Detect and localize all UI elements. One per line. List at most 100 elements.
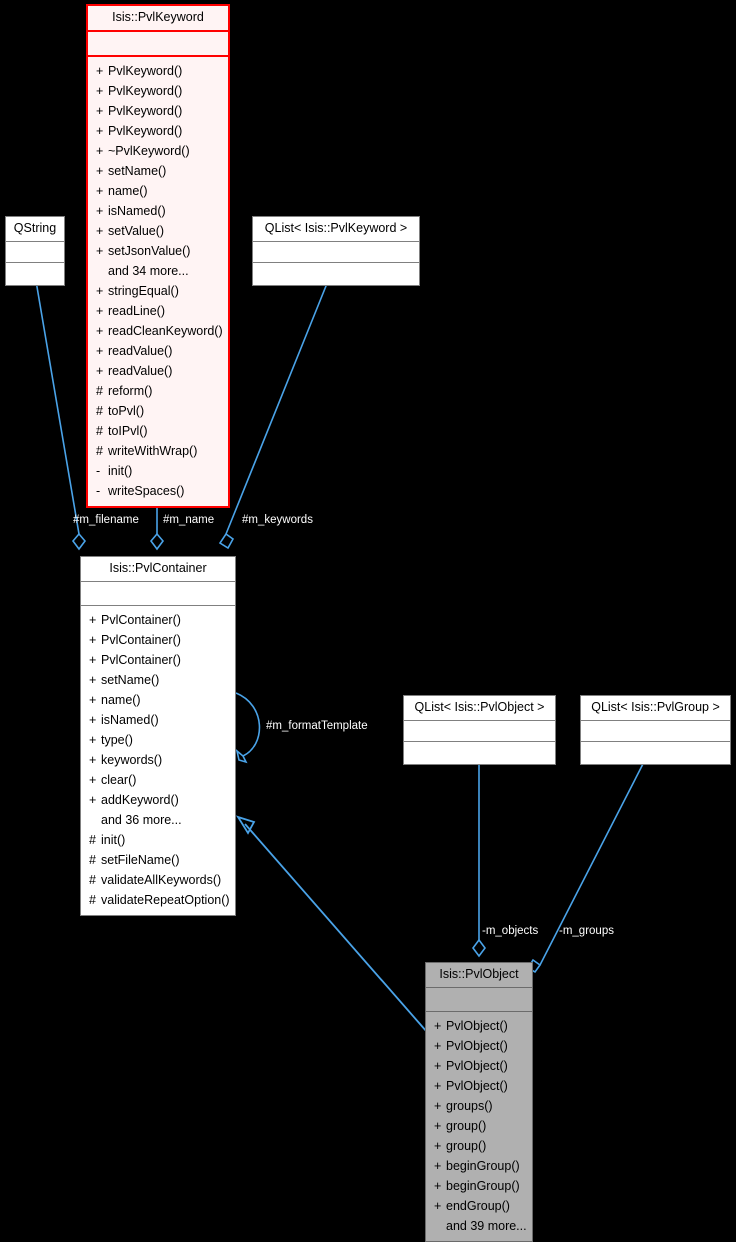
class-node-qlist-isis-pvlkeyword[interactable]: QList< Isis::PvlKeyword > xyxy=(252,216,420,286)
class-method-row: # toPvl() xyxy=(88,401,228,421)
class-node-qlist-isis-pvlobject[interactable]: QList< Isis::PvlObject > xyxy=(403,695,556,765)
method-visibility: - xyxy=(96,463,101,478)
method-name: groups() xyxy=(446,1098,493,1113)
method-visibility: + xyxy=(96,123,104,138)
method-name: isNamed() xyxy=(108,203,166,218)
method-name: PvlKeyword() xyxy=(108,103,183,118)
method-visibility: # xyxy=(89,892,96,907)
class-node-qstring[interactable]: QString xyxy=(5,216,65,286)
method-name: readValue() xyxy=(108,343,173,358)
method-name: writeSpaces() xyxy=(108,483,185,498)
method-visibility: + xyxy=(96,143,104,158)
method-name: name() xyxy=(101,692,141,707)
method-visibility: + xyxy=(96,223,104,238)
method-visibility: + xyxy=(434,1138,442,1153)
method-visibility: + xyxy=(89,612,97,627)
class-method-row: + PvlKeyword() xyxy=(88,101,228,121)
method-visibility: + xyxy=(89,752,97,767)
method-visibility: # xyxy=(96,383,103,398)
method-visibility: + xyxy=(96,163,104,178)
class-attributes xyxy=(426,988,532,1012)
class-methods: + PvlKeyword() + PvlKeyword() + PvlKeyword() +… xyxy=(88,57,228,506)
class-method-row: # reform() xyxy=(88,381,228,401)
class-method-row: + PvlObject() xyxy=(426,1016,532,1036)
class-method-row: and 34 more... xyxy=(88,261,228,281)
method-name: and 34 more... xyxy=(108,263,189,278)
method-visibility: + xyxy=(89,732,97,747)
method-name: PvlObject() xyxy=(446,1018,508,1033)
class-title: QString xyxy=(6,217,64,242)
method-name: PvlContainer() xyxy=(101,652,181,667)
class-method-row: + isNamed() xyxy=(88,201,228,221)
method-name: type() xyxy=(101,732,133,747)
class-method-row: + PvlObject() xyxy=(426,1056,532,1076)
class-method-row: + PvlContainer() xyxy=(81,650,235,670)
class-attributes xyxy=(581,721,730,742)
method-name: reform() xyxy=(108,383,153,398)
edge-qlist-groups xyxy=(526,759,646,974)
edge-label-m-filename: #m_filename xyxy=(73,514,139,526)
method-name: init() xyxy=(108,463,133,478)
method-visibility: + xyxy=(434,1118,442,1133)
edge-label-m-format-template: #m_formatTemplate xyxy=(266,720,368,732)
method-name: PvlKeyword() xyxy=(108,123,183,138)
method-visibility: + xyxy=(96,283,104,298)
class-title: Isis::PvlContainer xyxy=(81,557,235,582)
class-method-row: + beginGroup() xyxy=(426,1156,532,1176)
class-node-isis-pvlobject[interactable]: Isis::PvlObject + PvlObject() + PvlObject()… xyxy=(425,962,533,1242)
method-name: toIPvl() xyxy=(108,423,148,438)
method-name: readValue() xyxy=(108,363,173,378)
method-name: setJsonValue() xyxy=(108,243,191,258)
method-name: and 39 more... xyxy=(446,1218,527,1233)
class-method-row: + PvlKeyword() xyxy=(88,121,228,141)
class-attributes xyxy=(88,32,228,57)
class-method-row: + PvlObject() xyxy=(426,1076,532,1096)
method-name: toPvl() xyxy=(108,403,145,418)
class-method-row: + name() xyxy=(81,690,235,710)
method-visibility: + xyxy=(89,632,97,647)
method-name: setName() xyxy=(101,672,160,687)
method-name: PvlContainer() xyxy=(101,612,181,627)
class-method-row: + PvlObject() xyxy=(426,1036,532,1056)
class-method-row: + readValue() xyxy=(88,361,228,381)
method-name: beginGroup() xyxy=(446,1178,520,1193)
method-name: writeWithWrap() xyxy=(108,443,198,458)
class-method-row: + setJsonValue() xyxy=(88,241,228,261)
method-name: setName() xyxy=(108,163,167,178)
method-visibility: + xyxy=(434,1018,442,1033)
class-method-row: + group() xyxy=(426,1116,532,1136)
class-method-row: # init() xyxy=(81,830,235,850)
method-visibility: + xyxy=(89,792,97,807)
class-methods xyxy=(253,263,419,285)
class-method-row: + keywords() xyxy=(81,750,235,770)
method-visibility: + xyxy=(96,183,104,198)
class-node-isis-pvlcontainer[interactable]: Isis::PvlContainer + PvlContainer() + PvlCo… xyxy=(80,556,236,916)
method-visibility: + xyxy=(96,83,104,98)
method-visibility: + xyxy=(96,203,104,218)
class-method-row: # validateRepeatOption() xyxy=(81,890,235,910)
class-method-row: + group() xyxy=(426,1136,532,1156)
class-method-row: + PvlKeyword() xyxy=(88,61,228,81)
class-node-isis-pvlkeyword[interactable]: Isis::PvlKeyword + PvlKeyword() + PvlKeywor… xyxy=(86,4,230,508)
method-visibility: # xyxy=(96,403,103,418)
class-method-row: + ~PvlKeyword() xyxy=(88,141,228,161)
class-title: QList< Isis::PvlObject > xyxy=(404,696,555,721)
method-visibility: # xyxy=(96,423,103,438)
method-name: PvlKeyword() xyxy=(108,83,183,98)
class-method-row: + clear() xyxy=(81,770,235,790)
method-visibility: # xyxy=(89,852,96,867)
class-title: Isis::PvlKeyword xyxy=(88,6,228,32)
class-method-row: + PvlContainer() xyxy=(81,610,235,630)
class-method-row: + endGroup() xyxy=(426,1196,532,1216)
class-method-row: # toIPvl() xyxy=(88,421,228,441)
class-node-qlist-isis-pvlgroup[interactable]: QList< Isis::PvlGroup > xyxy=(580,695,731,765)
method-visibility: + xyxy=(434,1058,442,1073)
class-method-row: + type() xyxy=(81,730,235,750)
method-visibility: + xyxy=(434,1098,442,1113)
method-visibility: + xyxy=(434,1158,442,1173)
class-title: Isis::PvlObject xyxy=(426,963,532,988)
method-visibility: + xyxy=(434,1038,442,1053)
class-attributes xyxy=(404,721,555,742)
class-title: QList< Isis::PvlGroup > xyxy=(581,696,730,721)
method-name: validateRepeatOption() xyxy=(101,892,230,907)
